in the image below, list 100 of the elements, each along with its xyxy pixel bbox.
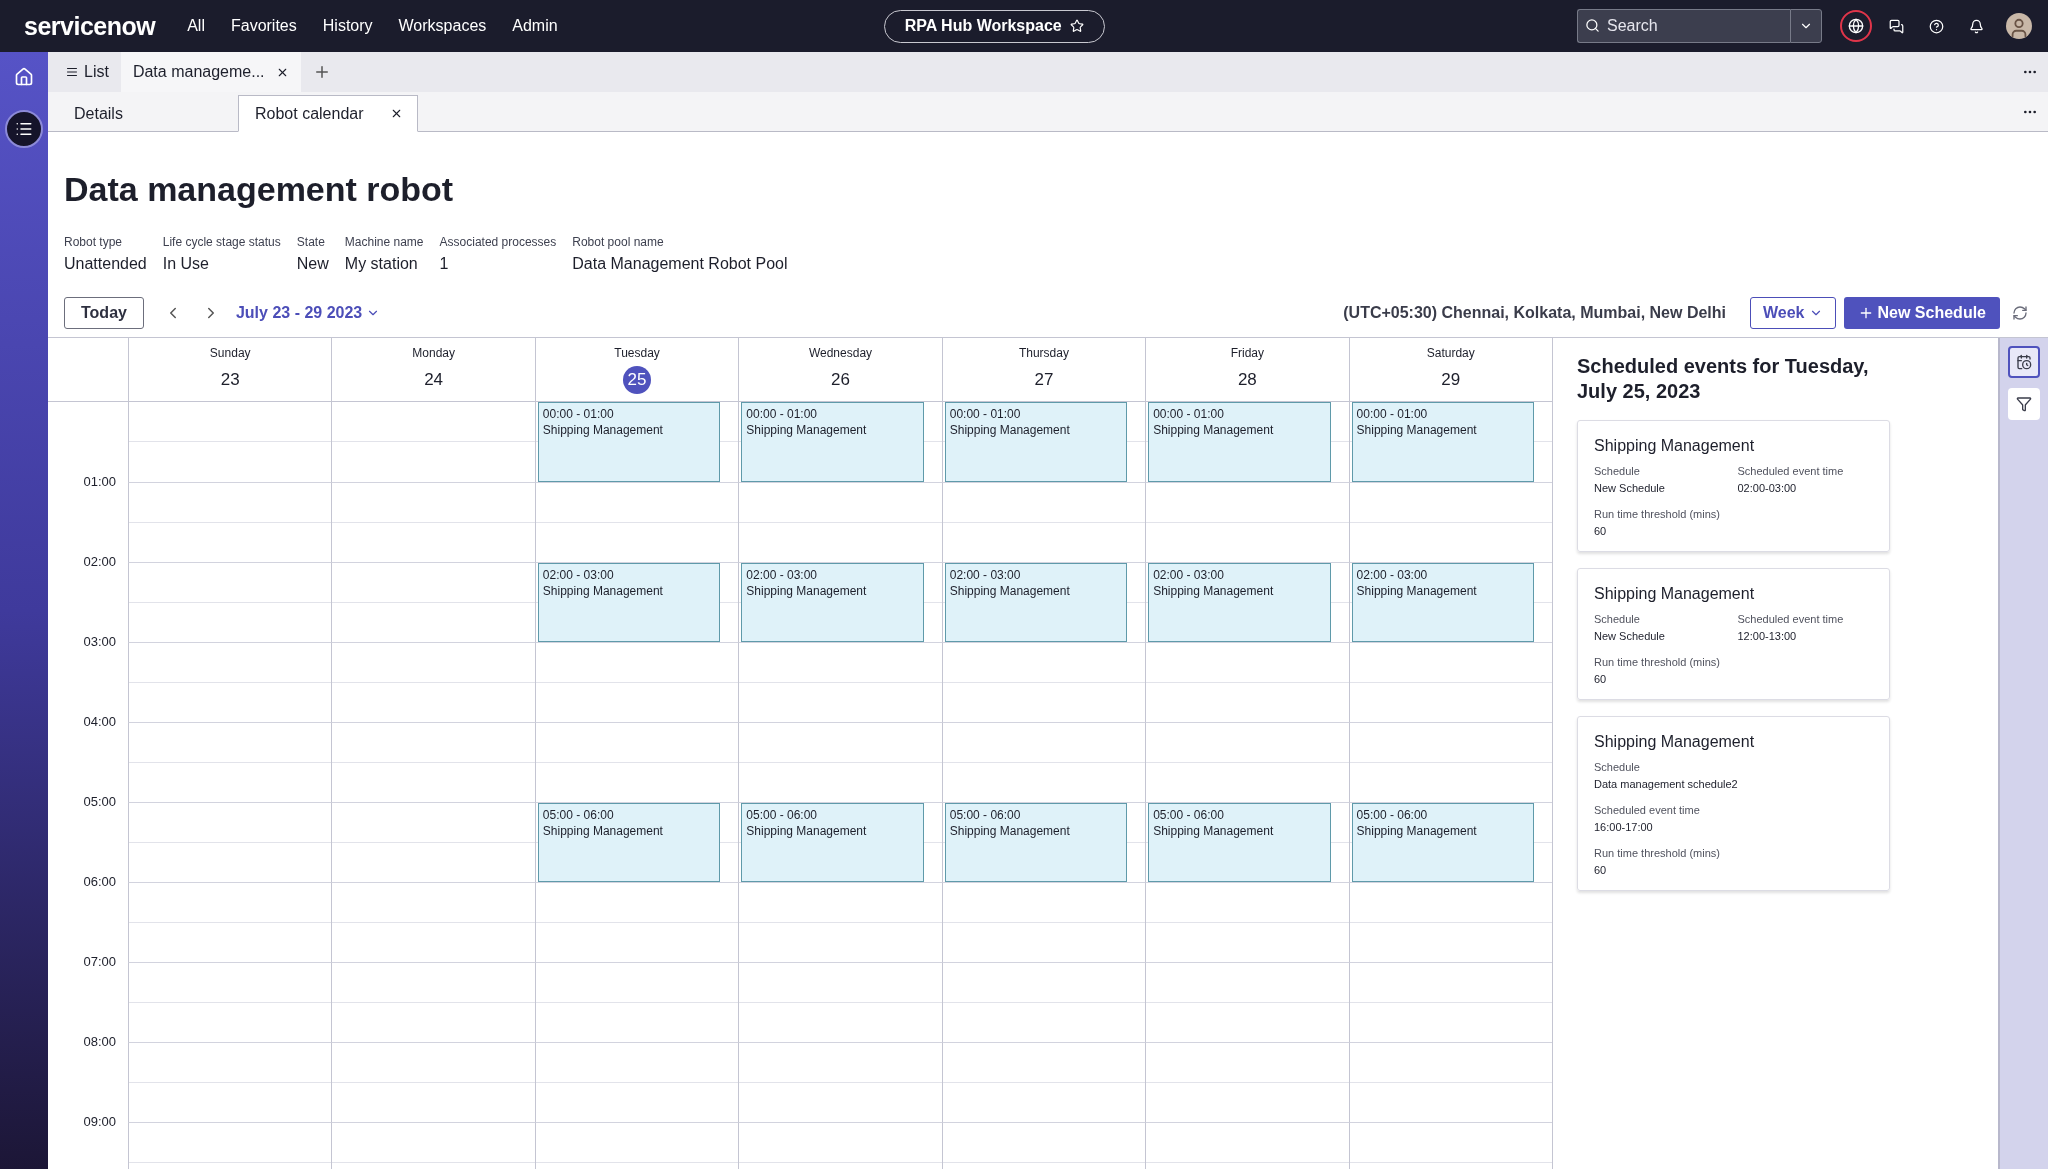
event-title: Shipping Management (949, 584, 1071, 598)
field-label: Associated processes (439, 235, 557, 249)
hour-label: 07:00 (83, 954, 116, 969)
event-time: 00:00 - 01:00 (949, 407, 1022, 421)
event-time: 00:00 - 01:00 (542, 407, 615, 421)
search-field[interactable]: Search (1577, 9, 1790, 43)
event-title: Shipping Management (1153, 423, 1275, 437)
date-number[interactable]: 28 (1233, 366, 1262, 394)
event-title: Shipping Management (542, 423, 664, 437)
hour-label: 06:00 (83, 874, 116, 889)
field-value: Unattended (64, 255, 147, 273)
card-field-value: 02:00-03:00 (1737, 482, 1798, 494)
hour-label: 08:00 (83, 1034, 116, 1049)
field-value: In Use (162, 255, 210, 273)
weekday-label: Friday (1230, 346, 1264, 360)
view-dropdown[interactable]: Week (1750, 297, 1836, 329)
weekday-label: Wednesday (808, 346, 873, 360)
field-label: Machine name (344, 235, 424, 249)
date-number[interactable]: 27 (1029, 366, 1058, 394)
event-title: Shipping Management (746, 824, 868, 838)
hour-label: 03:00 (83, 634, 116, 649)
date-number[interactable]: 26 (826, 366, 855, 394)
weekday-label: Saturday (1426, 346, 1475, 360)
nav-link[interactable]: Favorites (230, 17, 297, 35)
date-number[interactable]: 23 (216, 366, 245, 394)
event-time: 00:00 - 01:00 (746, 407, 818, 421)
tab[interactable]: List (54, 52, 121, 92)
event-time: 02:00 - 03:00 (542, 568, 615, 582)
card-field-value: 16:00-17:00 (1594, 821, 1654, 833)
nav-link[interactable]: Workspaces (398, 17, 487, 35)
event-title: Shipping Management (1356, 584, 1478, 598)
event-title: Shipping Management (746, 584, 868, 598)
event-detail-card[interactable]: Shipping Management Schedule New Schedule Scheduled event time 12:00-13:00 Run time threshold (mins) 60 (1577, 568, 1890, 700)
date-range-dropdown[interactable]: July 23 - 29 2023 (235, 304, 381, 322)
card-field-value: 12:00-13:00 (1737, 630, 1798, 642)
card-field-label: Scheduled event time (1737, 613, 1845, 625)
card-title: Shipping Management (1594, 437, 1756, 455)
card-field-label: Scheduled event time (1594, 804, 1701, 816)
event-time: 05:00 - 06:00 (542, 808, 615, 822)
timezone-label: (UTC+05:30) Chennai, Kolkata, Mumbai, New Delhi (1343, 304, 1726, 322)
card-field-value: 60 (1594, 673, 1608, 685)
nav-link[interactable]: All (187, 17, 205, 35)
weekday-label: Thursday (1018, 346, 1069, 360)
record-title: Data management robot (64, 170, 455, 209)
today-button[interactable]: Today (64, 297, 144, 329)
hour-label: 04:00 (83, 714, 116, 729)
date-number[interactable]: 29 (1436, 366, 1465, 394)
weekday-label: Monday (412, 346, 455, 360)
event-title: Shipping Management (1153, 584, 1275, 598)
hour-label: 09:00 (83, 1114, 116, 1129)
card-field-label: Run time threshold (mins) (1594, 847, 1721, 859)
event-time: 00:00 - 01:00 (1153, 407, 1225, 421)
event-time: 02:00 - 03:00 (949, 568, 1022, 582)
field-label: State (296, 235, 326, 249)
event-title: Shipping Management (949, 824, 1071, 838)
event-time: 05:00 - 06:00 (746, 808, 818, 822)
card-field-label: Schedule (1594, 613, 1641, 625)
event-time: 02:00 - 03:00 (1356, 568, 1429, 582)
event-detail-card[interactable]: Shipping Management Schedule New Schedule Scheduled event time 02:00-03:00 Run time threshold (mins) 60 (1577, 420, 1890, 552)
hour-label: 02:00 (83, 554, 116, 569)
field-label: Robot type (64, 235, 124, 249)
event-time: 02:00 - 03:00 (746, 568, 818, 582)
event-detail-card[interactable]: Shipping Management Schedule Data management schedule2 Scheduled event time 16:00-17:00 Run time threshold (mins) 60 (1577, 716, 1890, 891)
nav-link[interactable]: History (322, 17, 373, 35)
event-time: 05:00 - 06:00 (1356, 808, 1429, 822)
event-title: Shipping Management (1356, 824, 1478, 838)
date-number[interactable]: 24 (419, 366, 448, 394)
event-time: 00:00 - 01:00 (1356, 407, 1429, 421)
date-number[interactable]: 25 (623, 366, 652, 394)
hour-label: 05:00 (83, 794, 116, 809)
card-field-value: 60 (1594, 864, 1608, 876)
event-title: Shipping Management (1356, 423, 1478, 437)
field-value: My station (344, 255, 419, 273)
weekday-label: Tuesday (614, 346, 660, 360)
card-field-value: Data management schedule2 (1594, 778, 1739, 790)
card-field-value: New Schedule (1594, 482, 1666, 494)
field-value: New (296, 255, 329, 273)
event-title: Shipping Management (949, 423, 1071, 437)
tab[interactable]: Robot calendar (238, 95, 418, 132)
field-value: 1 (439, 255, 450, 273)
tab[interactable]: Details (58, 96, 238, 132)
card-field-label: Run time threshold (mins) (1594, 656, 1721, 668)
card-field-value: New Schedule (1594, 630, 1666, 642)
event-title: Shipping Management (746, 423, 868, 437)
field-label: Robot pool name (572, 235, 665, 249)
hour-label: 01:00 (83, 474, 116, 489)
logo[interactable]: servicenow (24, 11, 156, 41)
field-value: Data Management Robot Pool (572, 255, 788, 273)
event-title: Shipping Management (542, 824, 664, 838)
event-title: Shipping Management (542, 584, 664, 598)
field-label: Life cycle stage status (162, 235, 281, 249)
new-schedule-button[interactable]: New Schedule (1843, 297, 2000, 329)
card-title: Shipping Management (1594, 733, 1756, 751)
card-title: Shipping Management (1594, 585, 1756, 603)
card-field-label: Schedule (1594, 761, 1641, 773)
event-title: Shipping Management (1153, 824, 1275, 838)
card-field-label: Scheduled event time (1737, 465, 1845, 477)
card-field-label: Schedule (1594, 465, 1641, 477)
tab[interactable]: Data manageme... (120, 52, 301, 92)
nav-link[interactable]: Admin (512, 17, 558, 35)
